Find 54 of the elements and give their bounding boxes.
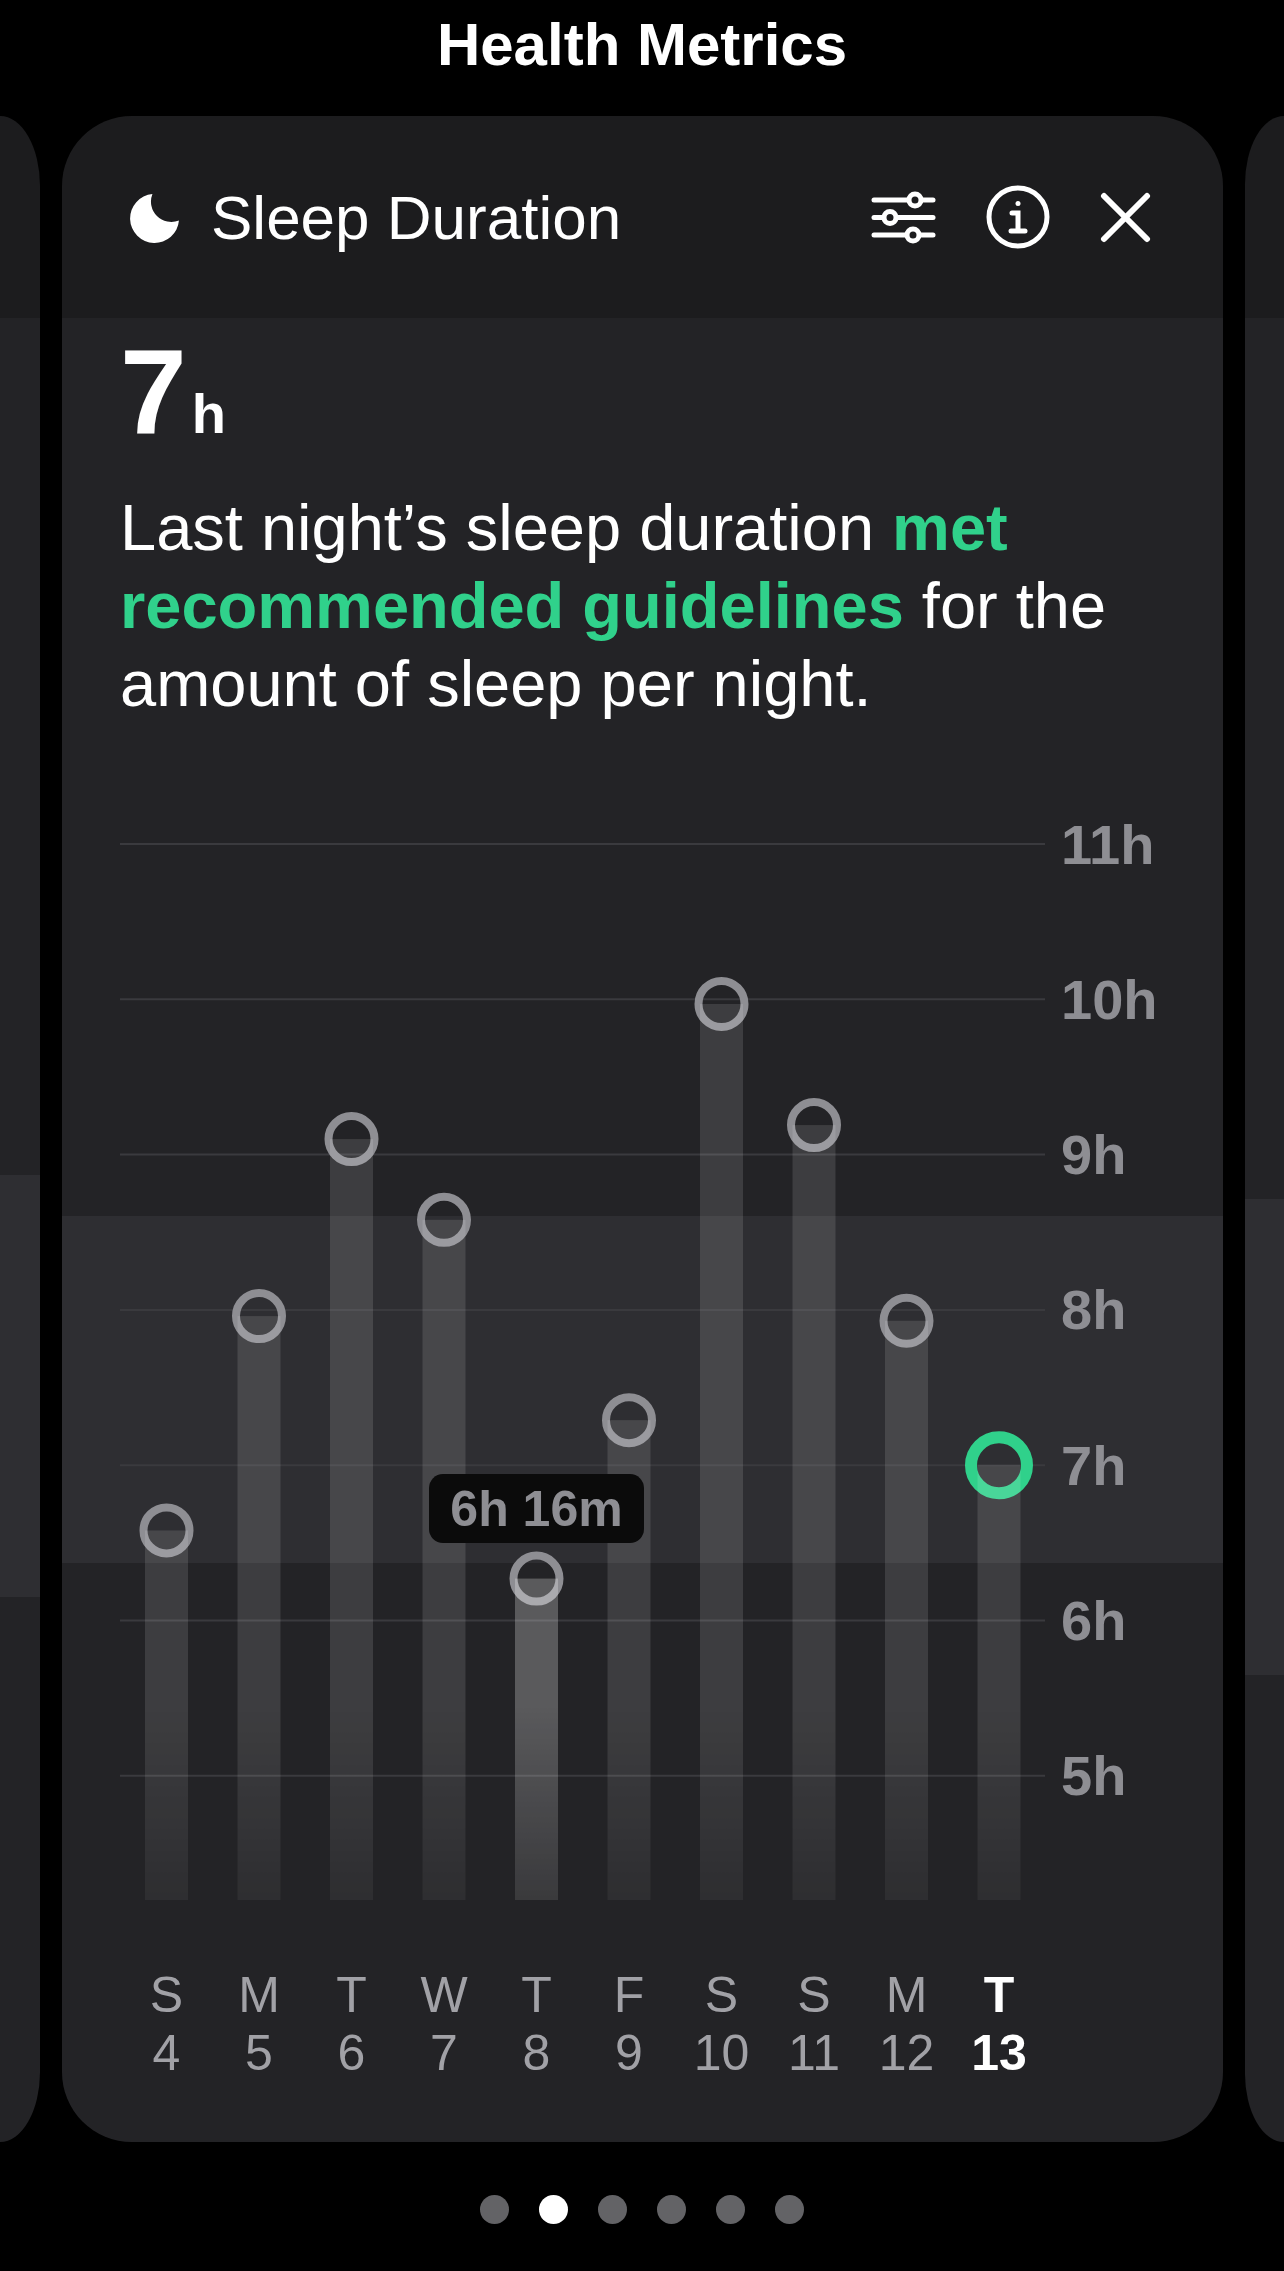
page-dot[interactable] <box>657 2195 686 2224</box>
date-label: 7 <box>430 2025 458 2081</box>
weekday-label: M <box>885 1967 928 2023</box>
close-button[interactable] <box>1100 191 1151 243</box>
info-button[interactable] <box>986 185 1050 249</box>
page-dot[interactable] <box>480 2195 509 2224</box>
metric-value: 7 <box>120 331 187 451</box>
axis-label: 9h <box>1061 1123 1127 1187</box>
bar[interactable] <box>139 1503 194 1901</box>
weekday-label: T <box>983 1967 1015 2023</box>
date-label: 11 <box>788 2025 840 2081</box>
axis-label: 5h <box>1061 1744 1127 1808</box>
date-label: 5 <box>245 2025 273 2081</box>
bar[interactable] <box>787 1098 841 1901</box>
metric-unit: h <box>191 386 226 442</box>
weekday-label: M <box>238 1967 280 2023</box>
date-label: 4 <box>152 2025 181 2081</box>
sliders-icon <box>871 190 936 244</box>
page-dot[interactable] <box>598 2195 627 2224</box>
weekday-label: S <box>149 1967 184 2023</box>
screen-title: Health Metrics <box>436 10 848 80</box>
summary-text: Last night’s sleep duration met recommended guidelines for the amount of sleep per night. <box>120 490 1108 722</box>
weekday-label: W <box>420 1967 468 2023</box>
weekday-label: S <box>797 1967 831 2023</box>
page-dot[interactable] <box>716 2195 745 2224</box>
bar[interactable] <box>509 1551 564 1901</box>
date-label: 12 <box>878 2025 935 2081</box>
date-label: 13 <box>971 2025 1027 2081</box>
bar[interactable] <box>324 1112 379 1901</box>
filter-button[interactable] <box>871 190 936 244</box>
moon-icon <box>130 191 181 243</box>
close-icon <box>1100 191 1151 243</box>
weekday-label: F <box>613 1967 645 2023</box>
card-title: Sleep Duration <box>211 181 623 253</box>
value-tooltip: 6h 16m <box>429 1474 644 1544</box>
bar[interactable] <box>694 976 749 1901</box>
date-label: 6 <box>337 2025 366 2081</box>
bar[interactable] <box>232 1289 286 1901</box>
date-label: 9 <box>615 2025 643 2081</box>
page-dot[interactable] <box>539 2195 568 2224</box>
weekday-label: T <box>521 1967 552 2023</box>
weekday-label: S <box>704 1967 739 2023</box>
page-dot[interactable] <box>775 2195 804 2224</box>
weekday-label: T <box>336 1967 367 2023</box>
axis-label: 11h <box>1061 812 1155 876</box>
bar[interactable] <box>965 1431 1033 1901</box>
axis-label: 6h <box>1061 1589 1127 1652</box>
axis-label: 10h <box>1061 967 1158 1031</box>
info-icon <box>986 185 1050 249</box>
date-label: 10 <box>693 2025 750 2081</box>
bar[interactable] <box>879 1293 934 1901</box>
axis-label: 8h <box>1061 1278 1127 1342</box>
axis-label: 7h <box>1061 1433 1127 1497</box>
date-label: 8 <box>522 2025 551 2081</box>
